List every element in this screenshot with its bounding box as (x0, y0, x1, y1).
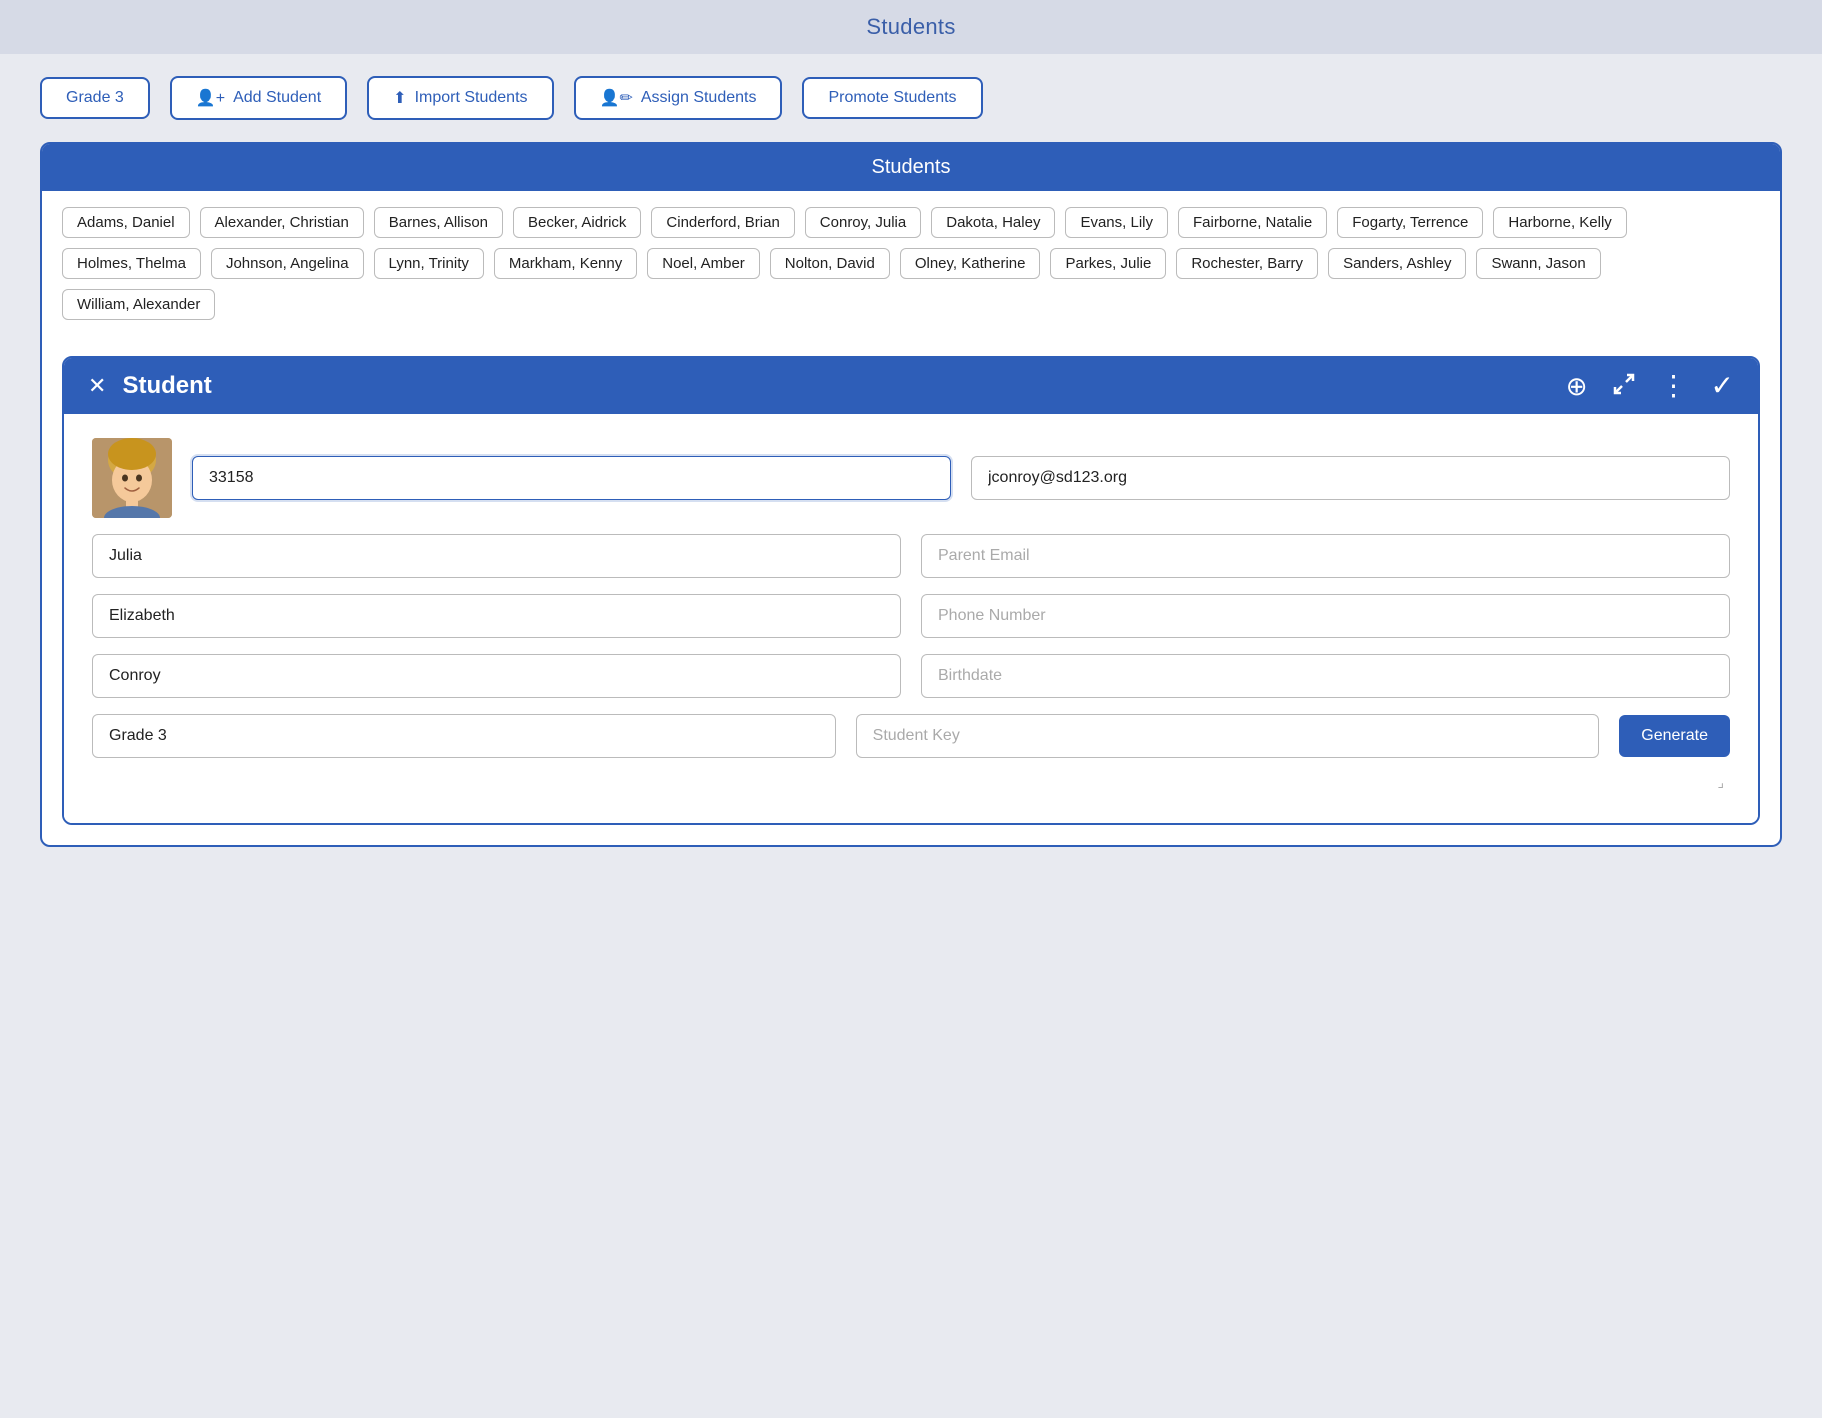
modal-header: ✕ Student ⊕ ⋮ ✓ (64, 358, 1758, 414)
import-icon: ⬆ (393, 88, 406, 108)
student-tag[interactable]: Markham, Kenny (494, 248, 637, 279)
toolbar: Grade 3 👤+ Add Student ⬆ Import Students… (0, 54, 1822, 142)
student-modal: ✕ Student ⊕ ⋮ ✓ (62, 356, 1760, 825)
student-tag[interactable]: Becker, Aidrick (513, 207, 641, 238)
student-tag[interactable]: Barnes, Allison (374, 207, 503, 238)
parent-email-input[interactable] (921, 534, 1730, 578)
close-icon[interactable]: ✕ (88, 375, 106, 397)
assign-students-button[interactable]: 👤✏ Assign Students (574, 76, 783, 120)
student-tag[interactable]: Dakota, Haley (931, 207, 1055, 238)
student-tag[interactable]: Olney, Katherine (900, 248, 1041, 279)
expand-icon[interactable] (1612, 372, 1636, 400)
student-tag[interactable]: Noel, Amber (647, 248, 760, 279)
students-panel-header: Students (42, 144, 1780, 191)
last-name-input[interactable] (92, 654, 901, 698)
confirm-icon[interactable]: ✓ (1711, 372, 1734, 400)
middle-name-input[interactable] (92, 594, 901, 638)
student-id-input[interactable] (192, 456, 951, 500)
resize-handle[interactable]: ⌟ (92, 774, 1730, 795)
student-tag[interactable]: Cinderford, Brian (651, 207, 794, 238)
modal-row-3 (92, 594, 1730, 638)
page-title: Students (0, 0, 1822, 54)
student-tag[interactable]: Parkes, Julie (1050, 248, 1166, 279)
student-tag[interactable]: Swann, Jason (1476, 248, 1600, 279)
student-tag[interactable]: William, Alexander (62, 289, 215, 320)
student-tag[interactable]: Conroy, Julia (805, 207, 921, 238)
student-tag[interactable]: Lynn, Trinity (374, 248, 484, 279)
student-tag[interactable]: Holmes, Thelma (62, 248, 201, 279)
modal-row-4 (92, 654, 1730, 698)
student-tag[interactable]: Adams, Daniel (62, 207, 190, 238)
student-tag[interactable]: Fairborne, Natalie (1178, 207, 1327, 238)
first-name-input[interactable] (92, 534, 901, 578)
modal-title: Student (122, 372, 211, 400)
student-key-input[interactable] (856, 714, 1600, 758)
student-tag[interactable]: Nolton, David (770, 248, 890, 279)
add-student-button[interactable]: 👤+ Add Student (170, 76, 347, 120)
modal-row-1 (92, 438, 1730, 518)
modal-row-5: Generate (92, 714, 1730, 758)
birthdate-input[interactable] (921, 654, 1730, 698)
more-options-icon[interactable]: ⋮ (1660, 372, 1687, 400)
modal-body: Generate ⌟ (64, 414, 1758, 823)
add-student-icon: 👤+ (196, 88, 225, 108)
main-content: Students Adams, Daniel Alexander, Christi… (0, 142, 1822, 887)
grade-input[interactable] (92, 714, 836, 758)
student-tag[interactable]: Harborne, Kelly (1493, 207, 1626, 238)
student-avatar (92, 438, 172, 518)
student-tag[interactable]: Sanders, Ashley (1328, 248, 1466, 279)
email-input[interactable] (971, 456, 1730, 500)
assign-icon: 👤✏ (600, 88, 633, 108)
grade-button[interactable]: Grade 3 (40, 77, 150, 119)
student-tag[interactable]: Rochester, Barry (1176, 248, 1318, 279)
modal-row-2 (92, 534, 1730, 578)
student-tag[interactable]: Alexander, Christian (200, 207, 364, 238)
student-tag[interactable]: Evans, Lily (1065, 207, 1168, 238)
move-icon[interactable]: ⊕ (1566, 373, 1588, 399)
import-students-button[interactable]: ⬆ Import Students (367, 76, 553, 120)
students-panel: Students Adams, Daniel Alexander, Christi… (40, 142, 1782, 847)
generate-button[interactable]: Generate (1619, 715, 1730, 757)
student-tag[interactable]: Fogarty, Terrence (1337, 207, 1483, 238)
students-list: Adams, Daniel Alexander, Christian Barnes,… (42, 191, 1780, 336)
promote-students-button[interactable]: Promote Students (802, 77, 982, 119)
phone-number-input[interactable] (921, 594, 1730, 638)
student-tag[interactable]: Johnson, Angelina (211, 248, 364, 279)
